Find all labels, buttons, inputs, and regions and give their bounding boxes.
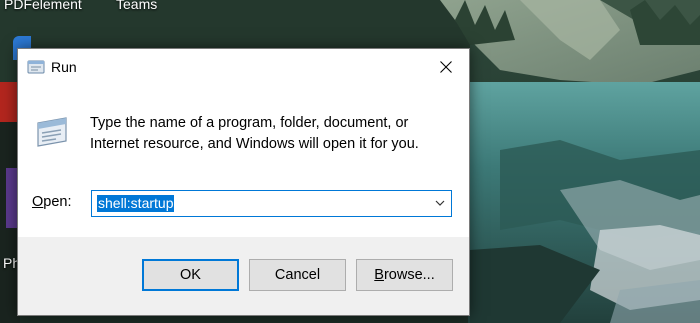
open-label-mnemonic: O <box>32 194 44 210</box>
open-input-value[interactable]: shell:startup <box>97 195 175 212</box>
desktop-label-teams[interactable]: Teams <box>116 0 157 12</box>
run-large-icon <box>37 117 67 147</box>
dialog-title: Run <box>51 59 77 75</box>
content-area: Type the name of a program, folder, docu… <box>18 85 469 237</box>
desktop-icon-purple[interactable] <box>6 168 17 228</box>
ok-button-label: OK <box>180 267 201 283</box>
run-app-icon <box>27 60 45 74</box>
close-button[interactable] <box>423 49 469 85</box>
browse-button-mnemonic: B <box>374 267 384 283</box>
description-text: Type the name of a program, folder, docu… <box>90 115 419 152</box>
button-row: OK Cancel Browse... <box>18 237 469 315</box>
open-label-rest: pen: <box>43 194 72 210</box>
desktop-label-pdfelement[interactable]: PDFelement <box>4 0 82 12</box>
browse-button-rest: rowse... <box>383 267 435 283</box>
cancel-button[interactable]: Cancel <box>249 259 346 291</box>
open-label: Open: <box>32 194 72 210</box>
title-bar[interactable]: Run <box>18 49 469 85</box>
cancel-button-label: Cancel <box>274 267 321 283</box>
chevron-down-icon[interactable] <box>435 199 445 207</box>
ok-button[interactable]: OK <box>142 259 239 291</box>
open-combobox[interactable]: shell:startup <box>91 190 452 217</box>
desktop-icon-red[interactable] <box>0 82 17 122</box>
close-icon <box>440 61 452 73</box>
run-dialog: Run Type the name of a program, folder, … <box>17 48 470 316</box>
browse-button[interactable]: Browse... <box>356 259 453 291</box>
